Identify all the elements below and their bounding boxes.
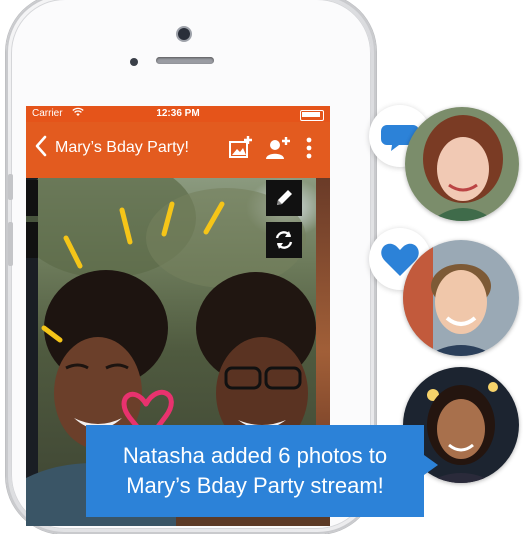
- proximity-sensor: [130, 58, 138, 66]
- volume-up-button: [8, 222, 13, 266]
- mute-switch: [8, 174, 13, 200]
- clock: 12:36 PM: [156, 108, 200, 119]
- battery-icon: [300, 110, 324, 121]
- earpiece-speaker: [156, 57, 214, 64]
- status-bar: Carrier 12:36 PM: [26, 106, 330, 122]
- stream-title: Mary’s Bday Party!: [55, 139, 189, 156]
- notification-line-1: Natasha added 6 photos to: [122, 443, 388, 468]
- notification-pointer: [424, 455, 438, 475]
- front-camera: [178, 28, 190, 40]
- woman-avatar: [405, 107, 519, 221]
- chevron-left-icon[interactable]: [34, 135, 48, 162]
- add-person-icon[interactable]: [264, 134, 290, 162]
- pencil-icon[interactable]: [266, 180, 302, 216]
- activity-notification: Natasha added 6 photos to Mary’s Bday Pa…: [86, 425, 424, 517]
- notification-line-2: Mary’s Bday Party stream!: [126, 473, 384, 498]
- add-photo-icon[interactable]: [228, 134, 254, 162]
- nav-bar: Mary’s Bday Party!: [26, 122, 330, 178]
- rotate-icon[interactable]: [266, 222, 302, 258]
- previous-tool-edge: [26, 180, 38, 216]
- man-avatar: [403, 240, 519, 356]
- previous-tool-edge-2: [26, 222, 38, 258]
- more-vertical-icon[interactable]: [302, 134, 316, 162]
